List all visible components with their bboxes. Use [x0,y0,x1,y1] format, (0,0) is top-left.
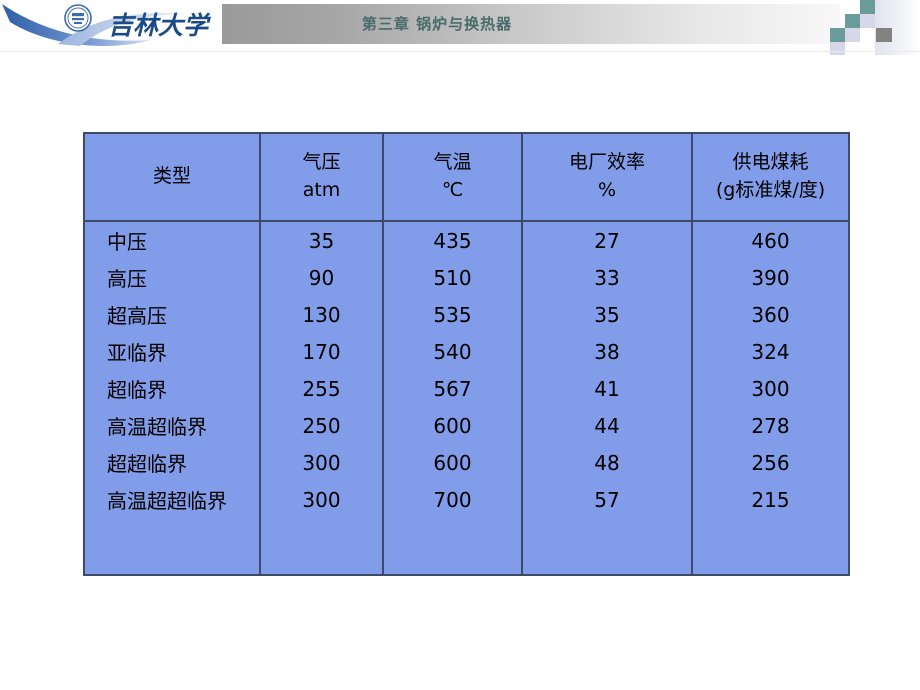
page-title: 第三章 锅炉与换热器 [361,15,513,33]
table-row: 超高压 130 535 35 360 [84,296,849,333]
cell-coal: 460 [691,221,849,259]
header-divider [0,51,920,52]
cell-efficiency: 33 [521,259,692,296]
table-row-empty [84,518,849,575]
cell-temperature: 567 [382,370,522,407]
cell-efficiency: 27 [521,221,692,259]
cell-efficiency: 35 [521,296,692,333]
header-pressure-line2: atm [302,179,341,201]
cell-empty [84,518,260,575]
cell-temperature: 600 [382,444,522,481]
cell-coal: 256 [691,444,849,481]
cell-type: 中压 [84,221,260,259]
header-temperature-line2: ℃ [441,179,464,201]
university-name-text: 吉林大学 [108,11,211,40]
cell-efficiency: 44 [521,407,692,444]
cell-coal: 360 [691,296,849,333]
deco-square-teal-1 [860,0,875,14]
header-coal-line2: (g标准煤/度) [715,179,826,201]
cell-empty [521,518,692,575]
header-cell-efficiency: 电厂效率 % [521,133,692,221]
cell-type: 高压 [84,259,260,296]
cell-pressure: 250 [259,407,383,444]
cell-pressure: 300 [259,444,383,481]
cell-type: 亚临界 [84,333,260,370]
cell-coal: 390 [691,259,849,296]
cell-temperature: 600 [382,407,522,444]
university-logo: 吉林大学 [0,0,240,52]
cell-pressure: 255 [259,370,383,407]
cell-pressure: 130 [259,296,383,333]
cell-coal: 278 [691,407,849,444]
header-temperature-line1: 气温 [433,151,472,174]
deco-square-teal-2 [845,14,860,28]
table-row: 超临界 255 567 41 300 [84,370,849,407]
cell-empty [259,518,383,575]
header-efficiency-line1: 电厂效率 [568,151,645,174]
cell-efficiency: 38 [521,333,692,370]
cell-efficiency: 57 [521,481,692,518]
cell-efficiency: 41 [521,370,692,407]
slide-header: 吉林大学 第三章 锅炉与换热器 [0,0,920,55]
deco-square-lav-1 [860,14,875,28]
header-cell-coal: 供电煤耗 (g标准煤/度) [691,133,849,221]
header-pressure-line1: 气压 [302,151,341,174]
cell-coal: 324 [691,333,849,370]
cell-pressure: 90 [259,259,383,296]
cell-pressure: 170 [259,333,383,370]
cell-empty [691,518,849,575]
deco-square-teal-3 [830,28,845,42]
cell-pressure: 300 [259,481,383,518]
cell-empty [382,518,522,575]
deco-square-grey [876,28,892,42]
table-row: 高温超临界 250 600 44 278 [84,407,849,444]
cell-temperature: 510 [382,259,522,296]
cell-type: 高温超临界 [84,407,260,444]
table-row: 亚临界 170 540 38 324 [84,333,849,370]
cell-coal: 215 [691,481,849,518]
cell-temperature: 435 [382,221,522,259]
cell-temperature: 540 [382,333,522,370]
cell-type: 超高压 [84,296,260,333]
header-efficiency-line2: % [597,179,617,201]
cell-coal: 300 [691,370,849,407]
table-row: 中压 35 435 27 460 [84,221,849,259]
cell-efficiency: 48 [521,444,692,481]
header-coal-line1: 供电煤耗 [732,151,809,174]
header-cell-type: 类型 [84,133,260,221]
deco-square-lav-2 [845,28,860,42]
decorative-squares [830,0,920,55]
table-header-row: 类型 气压 atm 气温 ℃ 电厂效率 % 供电煤耗 (g标准煤/度) [84,133,849,221]
logo-swoosh-graphic: 吉林大学 [2,4,211,46]
header-cell-temperature: 气温 ℃ [382,133,522,221]
table-row: 超超临界 300 600 48 256 [84,444,849,481]
steam-parameters-table: 类型 气压 atm 气温 ℃ 电厂效率 % 供电煤耗 (g标准煤/度) 中压 3… [83,132,850,576]
cell-type: 高温超超临界 [84,481,260,518]
cell-temperature: 700 [382,481,522,518]
header-cell-pressure: 气压 atm [259,133,383,221]
cell-type: 超临界 [84,370,260,407]
deco-square-lav-3 [830,42,845,55]
table-body: 中压 35 435 27 460 高压 90 510 33 390 超高压 13… [84,221,849,575]
chapter-title-bar: 第三章 锅炉与换热器 [222,4,840,44]
university-seal-icon [64,4,92,32]
header-type-line1: 类型 [152,165,191,188]
cell-temperature: 535 [382,296,522,333]
cell-type: 超超临界 [84,444,260,481]
cell-pressure: 35 [259,221,383,259]
table-row: 高温超超临界 300 700 57 215 [84,481,849,518]
table-row: 高压 90 510 33 390 [84,259,849,296]
